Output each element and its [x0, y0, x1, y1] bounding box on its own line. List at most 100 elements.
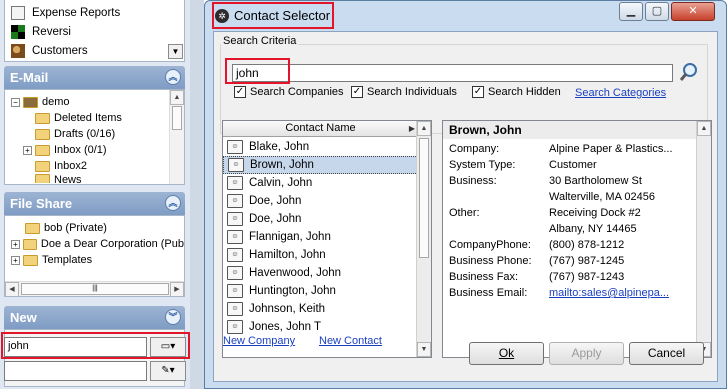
new-secondary-input[interactable] [4, 361, 147, 381]
folder-icon [35, 112, 50, 124]
tree-item-deleted[interactable]: Deleted Items [11, 110, 184, 126]
collapse-toggle-icon[interactable]: − [11, 97, 20, 107]
new-contact-link[interactable]: New Contact [319, 335, 382, 347]
fileshare-hscrollbar[interactable]: ◀ ||| ▶ [5, 281, 184, 296]
detail-label: Business Email: [449, 287, 528, 299]
email-link[interactable]: mailto:sales@alpinepa... [549, 287, 689, 299]
scroll-down-icon[interactable]: ▼ [417, 342, 431, 357]
scroll-down-button[interactable]: ▼ [168, 44, 183, 59]
contact-row[interactable]: ☺ Johnson, Keith [223, 300, 418, 318]
contact-list: Contact Name ▶ ☺ Blake, John ☺ Brown, John ☺… [222, 120, 432, 358]
contact-row[interactable]: ☺ Calvin, John [223, 174, 418, 192]
contact-lookup-button[interactable]: ▭▾ [150, 337, 186, 357]
scroll-up-icon[interactable]: ▲ [170, 90, 184, 105]
expense-icon [11, 5, 25, 20]
search-categories-link[interactable]: Search Categories [575, 87, 666, 99]
folder-icon [35, 160, 50, 172]
tree-item-bob[interactable]: bob (Private) [11, 220, 184, 236]
contact-row[interactable]: ☺ Brown, John [223, 156, 418, 174]
search-input[interactable]: john [232, 64, 673, 82]
folder-icon [35, 144, 50, 156]
contact-name: Doe, John [249, 195, 302, 207]
search-criteria-label: Search Criteria [221, 35, 299, 47]
tree-item-label: Inbox2 [54, 160, 88, 172]
checkbox-checked-icon: ✓ [351, 86, 363, 98]
details-scrollbar[interactable]: ▲ ▼ [696, 121, 711, 357]
customers-icon [11, 43, 25, 58]
new-section-header[interactable]: New ︾ [4, 306, 185, 329]
contact-selector-dialog: ✲ Contact Selector ▁ ▢ ✕ Search Criteria… [204, 0, 727, 389]
email-section-header[interactable]: E-Mail ︽ [4, 66, 185, 89]
dialog-client-area: Search Criteria john ✓ Search Companies … [213, 31, 718, 382]
close-button[interactable]: ✕ [671, 2, 715, 21]
contact-card-icon: ☺ [227, 212, 243, 226]
collapse-icon[interactable]: ︽ [165, 69, 181, 85]
apply-button[interactable]: Apply [549, 342, 624, 365]
contact-list-scrollbar[interactable]: ▲ ▼ [416, 121, 431, 357]
contact-row[interactable]: ☺ Doe, John [223, 210, 418, 228]
expand-icon[interactable]: ︾ [165, 309, 181, 325]
contact-name: Blake, John [249, 141, 310, 153]
contact-card-icon: ☺ [227, 266, 243, 280]
tree-item-templates[interactable]: + Templates [11, 252, 184, 268]
search-individuals-checkbox[interactable]: ✓ Search Individuals [351, 86, 457, 98]
expand-toggle-icon[interactable]: + [11, 255, 20, 265]
fileshare-tree: bob (Private) + Doe a Dear Corporation (… [4, 215, 185, 297]
search-companies-checkbox[interactable]: ✓ Search Companies [234, 86, 344, 98]
detail-value: Walterville, MA 02456 [549, 191, 655, 203]
contact-row[interactable]: ☺ Doe, John [223, 192, 418, 210]
expand-toggle-icon[interactable]: + [23, 145, 32, 155]
new-contact-input[interactable]: john [4, 337, 147, 357]
email-tree-scrollbar[interactable]: ▲ [169, 90, 184, 184]
left-navigation-pane: Expense Reports Reversi Customers ▼ E-Ma… [0, 0, 190, 389]
contact-name: Huntington, John [249, 285, 336, 297]
detail-value: (767) 987-1245 [549, 255, 625, 267]
scroll-up-icon[interactable]: ▲ [697, 121, 711, 136]
scrollbar-thumb[interactable]: ||| [21, 283, 169, 295]
scrollbar-thumb[interactable] [172, 106, 182, 130]
scroll-up-icon[interactable]: ▲ [417, 121, 431, 136]
scroll-left-icon[interactable]: ◀ [5, 282, 19, 296]
tree-item-label: Deleted Items [54, 112, 122, 124]
search-hidden-checkbox[interactable]: ✓ Search Hidden [472, 86, 561, 98]
cancel-button[interactable]: Cancel [629, 342, 704, 365]
contact-row[interactable]: ☺ Flannigan, John [223, 228, 418, 246]
new-company-link[interactable]: New Company [223, 335, 295, 347]
column-header-contact-name[interactable]: Contact Name ▶ [223, 121, 418, 137]
tree-item-doe-corp[interactable]: + Doe a Dear Corporation (Pub [11, 236, 184, 252]
contact-row[interactable]: ☺ Blake, John [223, 138, 418, 156]
ok-button[interactable]: Ok [469, 342, 544, 365]
collapse-icon[interactable]: ︽ [165, 195, 181, 211]
reversi-icon [11, 24, 25, 39]
expand-toggle-icon[interactable]: + [11, 239, 20, 249]
fileshare-section-header[interactable]: File Share ︽ [4, 192, 185, 215]
scroll-right-icon[interactable]: ▶ [170, 282, 184, 296]
contact-name: Havenwood, John [249, 267, 342, 279]
contact-card-icon: ▭▾ [160, 341, 176, 352]
maximize-icon: ▢ [651, 5, 663, 17]
tree-item-news[interactable]: News [11, 174, 184, 183]
contact-row[interactable]: ☺ Jones, John T [223, 318, 418, 336]
detail-value: Customer [549, 159, 597, 171]
checkbox-label: Search Individuals [367, 86, 457, 98]
app-item-customers[interactable]: Customers [5, 41, 184, 60]
new-item-button[interactable]: ✎▾ [150, 361, 186, 381]
contact-row[interactable]: ☺ Hamilton, John [223, 246, 418, 264]
mailbox-icon [23, 96, 38, 108]
tree-item-demo[interactable]: − demo [11, 94, 184, 110]
minimize-icon: ▁ [626, 5, 636, 17]
dialog-titlebar[interactable]: ✲ Contact Selector ▁ ▢ ✕ [205, 1, 726, 31]
app-item-reversi[interactable]: Reversi [5, 22, 184, 41]
tree-item-drafts[interactable]: Drafts (0/16) [11, 126, 184, 142]
minimize-button[interactable]: ▁ [619, 2, 643, 21]
tree-item-inbox[interactable]: + Inbox (0/1) [11, 142, 184, 158]
tree-item-inbox2[interactable]: Inbox2 [11, 158, 184, 174]
contact-row[interactable]: ☺ Havenwood, John [223, 264, 418, 282]
ok-button-label: Ok [498, 346, 515, 360]
contact-row[interactable]: ☺ Huntington, John [223, 282, 418, 300]
contact-name: Jones, John T [249, 321, 322, 333]
scrollbar-thumb[interactable] [419, 138, 429, 258]
search-button[interactable] [678, 61, 700, 83]
app-item-expense-reports[interactable]: Expense Reports [5, 3, 184, 22]
maximize-button[interactable]: ▢ [645, 2, 669, 21]
